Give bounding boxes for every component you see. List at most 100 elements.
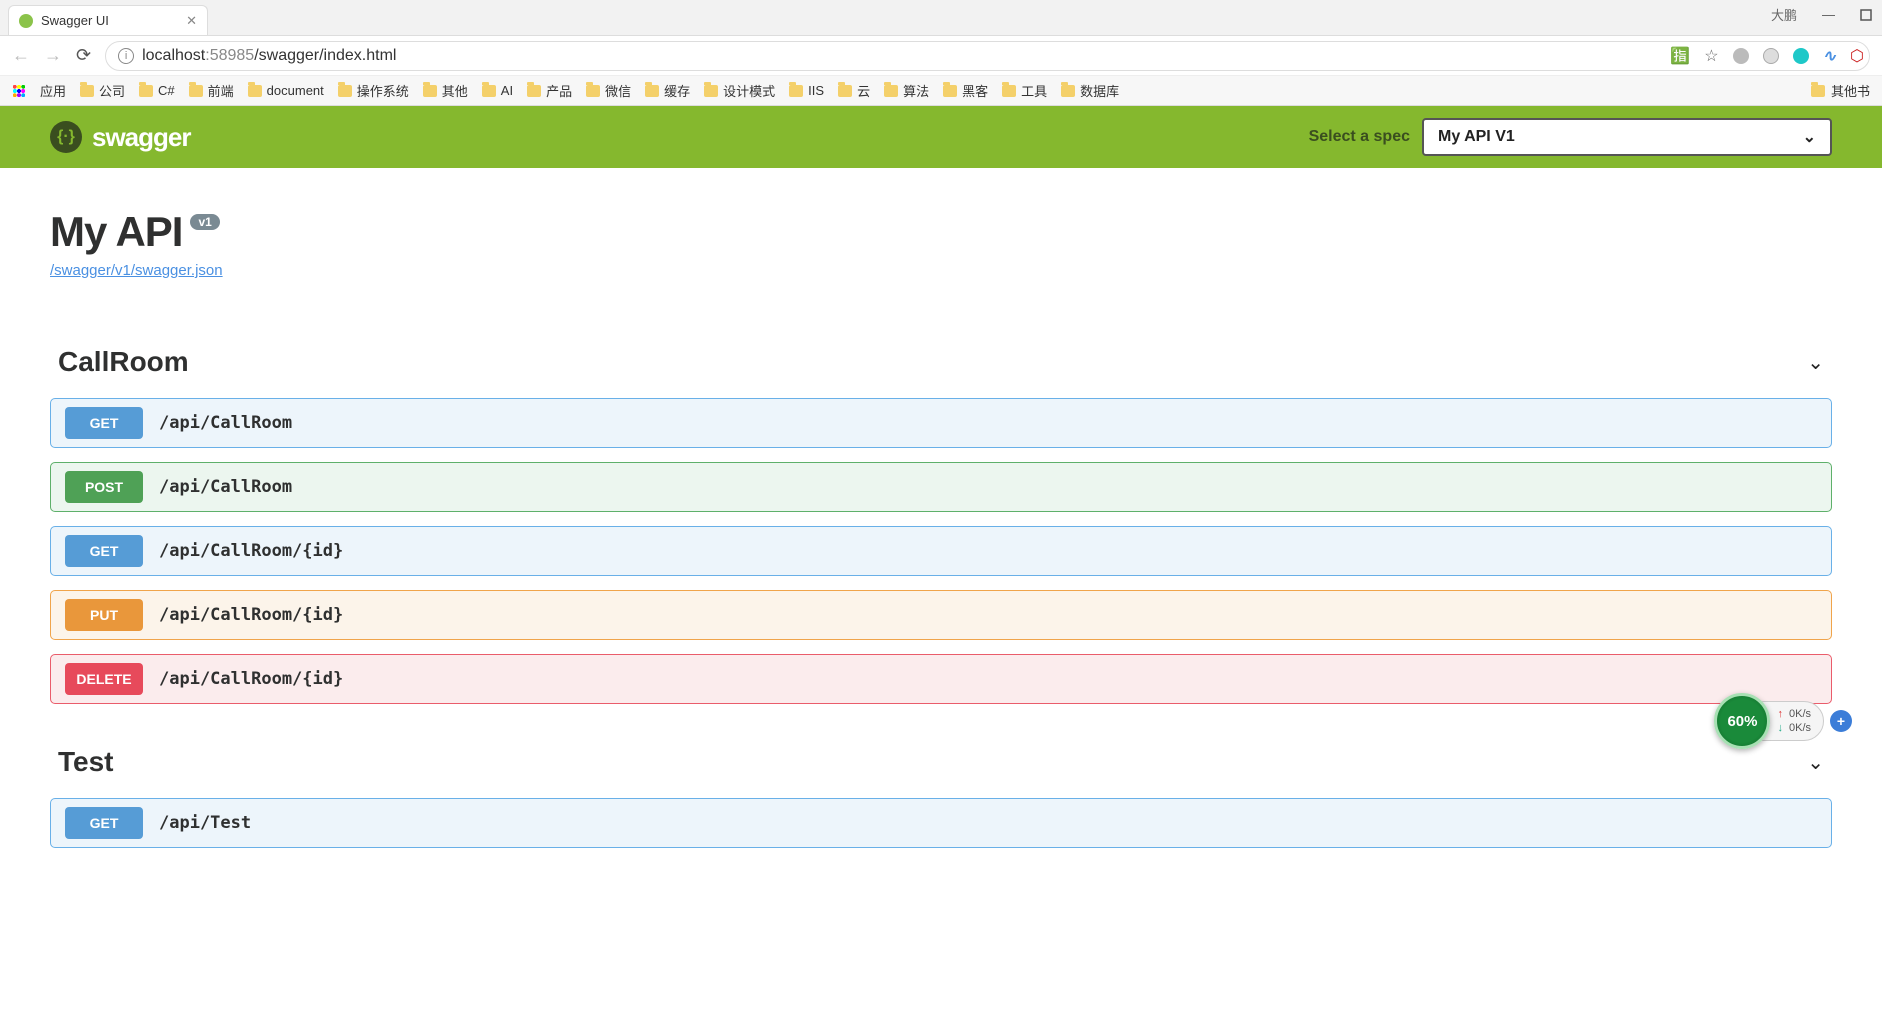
version-badge: v1 <box>190 214 219 230</box>
minimize-icon[interactable]: — <box>1822 7 1835 22</box>
translate-icon[interactable]: 🈯 <box>1670 46 1690 66</box>
bookmark-label: 算法 <box>903 81 929 100</box>
bookmark-label: AI <box>501 83 513 98</box>
extension-icon[interactable]: ⬡ <box>1850 46 1864 66</box>
bookmark-label: 设计模式 <box>723 81 775 100</box>
bookmark-item[interactable]: AI <box>482 81 513 100</box>
api-operation[interactable]: DELETE/api/CallRoom/{id} <box>50 654 1832 704</box>
bookmark-item[interactable]: 微信 <box>586 81 631 100</box>
bookmark-item[interactable]: document <box>248 81 324 100</box>
http-method-badge: GET <box>65 535 143 567</box>
back-icon[interactable]: ← <box>12 45 30 66</box>
extension-icon[interactable]: ∿ <box>1823 46 1836 66</box>
apps-label[interactable]: 应用 <box>40 81 66 100</box>
api-operation[interactable]: GET/api/CallRoom <box>50 398 1832 448</box>
site-info-icon[interactable]: i <box>118 48 134 64</box>
api-operation[interactable]: GET/api/Test <box>50 798 1832 848</box>
url-host: localhost <box>142 47 205 65</box>
spec-json-link[interactable]: /swagger/v1/swagger.json <box>50 262 223 279</box>
folder-icon <box>527 85 541 97</box>
section-header[interactable]: Test⌄ <box>50 746 1832 784</box>
folder-icon <box>482 85 496 97</box>
add-button[interactable]: + <box>1830 710 1852 732</box>
bookmark-label: 其他 <box>442 81 468 100</box>
swagger-body: My API v1 /swagger/v1/swagger.json CallR… <box>0 168 1882 848</box>
api-operation[interactable]: PUT/api/CallRoom/{id} <box>50 590 1832 640</box>
browser-tab[interactable]: Swagger UI ✕ <box>8 5 208 35</box>
api-section: CallRoom⌄ GET/api/CallRoom POST/api/CallRo… <box>50 346 1832 704</box>
api-path: /api/CallRoom/{id} <box>159 605 343 625</box>
bookmark-item[interactable]: 黑客 <box>943 81 988 100</box>
folder-icon <box>1002 85 1016 97</box>
address-bar-row: ← → ⟳ i localhost:58985/swagger/index.ht… <box>0 36 1882 76</box>
bookmark-item[interactable]: 工具 <box>1002 81 1047 100</box>
arrow-up-icon: ↑ <box>1777 708 1783 720</box>
url-path: /swagger/index.html <box>254 47 396 65</box>
bookmark-label: 操作系统 <box>357 81 409 100</box>
http-method-badge: GET <box>65 407 143 439</box>
bookmark-item[interactable]: 其他 <box>423 81 468 100</box>
bookmark-item[interactable]: 缓存 <box>645 81 690 100</box>
folder-icon <box>189 85 203 97</box>
bookmark-item[interactable]: 云 <box>838 81 870 100</box>
apps-icon[interactable] <box>12 84 26 98</box>
folder-icon <box>884 85 898 97</box>
network-speed-widget[interactable]: 60% ↑0K/s ↓0K/s + <box>1714 693 1852 749</box>
bookmark-label: 微信 <box>605 81 631 100</box>
browser-tab-strip: Swagger UI ✕ 大鹏 — <box>0 0 1882 36</box>
bookmark-label: 缓存 <box>664 81 690 100</box>
folder-icon <box>645 85 659 97</box>
extension-icon[interactable] <box>1763 48 1779 64</box>
swagger-logo[interactable]: {·} swagger <box>50 121 191 153</box>
bookmark-item[interactable]: 产品 <box>527 81 572 100</box>
spec-select-value: My API V1 <box>1438 128 1515 146</box>
close-icon[interactable]: ✕ <box>186 13 197 29</box>
swagger-logo-icon: {·} <box>50 121 82 153</box>
api-operation[interactable]: POST/api/CallRoom <box>50 462 1832 512</box>
api-section: Test⌄ GET/api/Test <box>50 746 1832 848</box>
window-controls: 大鹏 — <box>1771 5 1872 24</box>
bookmark-item[interactable]: 公司 <box>80 81 125 100</box>
swagger-favicon-icon <box>19 14 33 28</box>
bookmark-item[interactable]: 数据库 <box>1061 81 1119 100</box>
bookmark-item[interactable]: 设计模式 <box>704 81 775 100</box>
bookmark-item[interactable]: IIS <box>789 81 824 100</box>
address-bar[interactable]: i localhost:58985/swagger/index.html <box>105 41 1870 71</box>
tab-title: Swagger UI <box>41 13 109 28</box>
folder-icon <box>248 85 262 97</box>
folder-icon <box>838 85 852 97</box>
bookmark-label: 黑客 <box>962 81 988 100</box>
section-header[interactable]: CallRoom⌄ <box>50 346 1832 384</box>
swagger-brand-text: swagger <box>92 122 191 153</box>
reload-icon[interactable]: ⟳ <box>76 45 91 66</box>
bookmark-label: IIS <box>808 83 824 98</box>
folder-icon <box>1811 85 1825 97</box>
bookmark-item[interactable]: 前端 <box>189 81 234 100</box>
bookmark-item[interactable]: 算法 <box>884 81 929 100</box>
bookmark-label: 云 <box>857 81 870 100</box>
extension-icon[interactable] <box>1793 48 1809 64</box>
bookmark-label: 数据库 <box>1080 81 1119 100</box>
spec-select[interactable]: My API V1 ⌄ <box>1422 118 1832 156</box>
window-user-label: 大鹏 <box>1771 5 1797 24</box>
bookmark-item[interactable]: 操作系统 <box>338 81 409 100</box>
api-path: /api/CallRoom/{id} <box>159 541 343 561</box>
bookmark-item[interactable]: C# <box>139 81 175 100</box>
arrow-down-icon: ↓ <box>1777 722 1783 734</box>
bookmark-label: 产品 <box>546 81 572 100</box>
bookmark-label: 前端 <box>208 81 234 100</box>
section-title: Test <box>58 746 114 778</box>
maximize-icon[interactable] <box>1860 9 1872 21</box>
upload-speed: 0K/s <box>1789 708 1811 720</box>
bookmark-label: C# <box>158 83 175 98</box>
bookmark-star-icon[interactable]: ☆ <box>1704 46 1718 66</box>
page-title: My API <box>50 208 182 256</box>
forward-icon[interactable]: → <box>44 45 62 66</box>
api-operation[interactable]: GET/api/CallRoom/{id} <box>50 526 1832 576</box>
extension-icon[interactable] <box>1733 48 1749 64</box>
bookmarks-overflow[interactable]: 其他书 <box>1831 81 1870 100</box>
bookmark-label: document <box>267 83 324 98</box>
chevron-down-icon: ⌄ <box>1803 127 1816 147</box>
chevron-down-icon: ⌄ <box>1807 350 1824 375</box>
folder-icon <box>943 85 957 97</box>
